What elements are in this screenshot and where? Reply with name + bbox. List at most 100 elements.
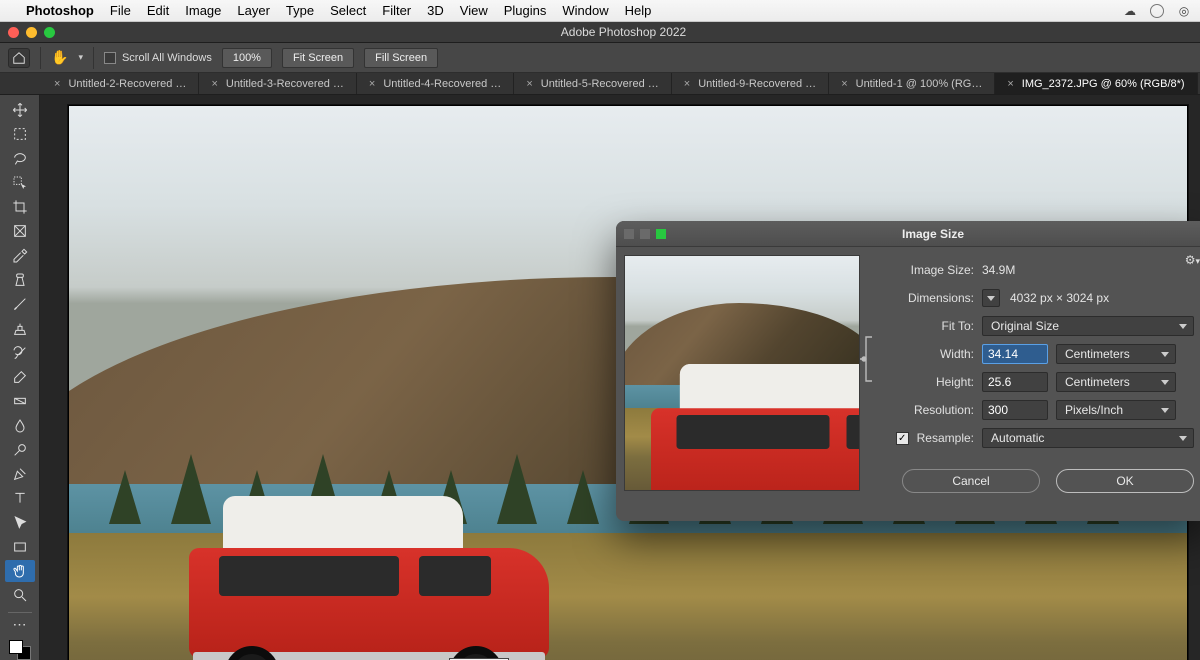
hand-tool[interactable] <box>5 560 35 582</box>
dimensions-unit-dropdown[interactable] <box>982 289 1000 307</box>
document-tab-active[interactable]: ×IMG_2372.JPG @ 60% (RGB/8*) <box>995 73 1197 94</box>
document-tabs: ×Untitled-2-Recovered … ×Untitled-3-Reco… <box>0 73 1200 95</box>
constrain-proportions-icon[interactable] <box>860 333 876 385</box>
home-button[interactable] <box>8 48 30 68</box>
marquee-tool[interactable] <box>5 123 35 145</box>
cancel-button[interactable]: Cancel <box>902 469 1040 493</box>
fg-color-swatch[interactable] <box>9 640 23 654</box>
crop-tool[interactable] <box>5 196 35 218</box>
height-label: Height: <box>874 375 982 389</box>
tab-close-icon[interactable]: × <box>1007 78 1013 90</box>
tool-preset-dropdown-icon[interactable]: ▾ <box>78 52 83 63</box>
eraser-tool[interactable] <box>5 366 35 388</box>
image-size-value: 34.9M <box>982 263 1015 277</box>
tab-close-icon[interactable]: × <box>526 78 532 90</box>
tab-close-icon[interactable]: × <box>211 78 217 90</box>
document-tab[interactable]: ×Untitled-5-Recovered … <box>514 73 671 94</box>
clone-stamp-tool[interactable] <box>5 317 35 339</box>
menu-view[interactable]: View <box>460 3 488 18</box>
height-unit-select[interactable]: Centimeters <box>1056 372 1176 392</box>
macos-status-icons: ☁︎ ◎ <box>1122 4 1192 18</box>
gear-icon[interactable]: ⚙︎▾ <box>1185 253 1200 267</box>
width-unit-select[interactable]: Centimeters <box>1056 344 1176 364</box>
photoshop-window: Adobe Photoshop 2022 ✋ ▾ Scroll All Wind… <box>0 22 1200 660</box>
hand-tool-icon[interactable]: ✋ <box>51 49 68 66</box>
resample-select[interactable]: Automatic <box>982 428 1194 448</box>
document-tab[interactable]: ×Untitled-3-Recovered … <box>199 73 356 94</box>
width-input[interactable] <box>982 344 1048 364</box>
zoom-level-button[interactable]: 100% <box>222 48 272 68</box>
document-tab[interactable]: ×Untitled-9-Recovered … <box>672 73 829 94</box>
pen-tool[interactable] <box>5 463 35 485</box>
resample-checkbox[interactable]: ✓ <box>896 432 909 445</box>
frame-tool[interactable] <box>5 220 35 242</box>
tab-close-icon[interactable]: × <box>54 78 60 90</box>
height-input[interactable] <box>982 372 1048 392</box>
resolution-unit-select[interactable]: Pixels/Inch <box>1056 400 1176 420</box>
object-select-tool[interactable] <box>5 172 35 194</box>
dialog-preview[interactable] <box>616 247 868 521</box>
menu-plugins[interactable]: Plugins <box>504 3 547 18</box>
menu-image[interactable]: Image <box>185 3 221 18</box>
fit-to-select[interactable]: Original Size <box>982 316 1194 336</box>
type-tool[interactable] <box>5 487 35 509</box>
eyedropper-tool[interactable] <box>5 245 35 267</box>
app-menu[interactable]: Photoshop <box>26 3 94 18</box>
edit-toolbar-icon[interactable]: ⋯ <box>5 618 35 632</box>
canvas-area[interactable]: RC7746 Image Size <box>40 95 1200 660</box>
document-tab[interactable]: ×Untitled-4-Recovered … <box>357 73 514 94</box>
scroll-all-windows-checkbox[interactable]: Scroll All Windows <box>104 52 212 64</box>
path-select-tool[interactable] <box>5 512 35 534</box>
dialog-titlebar[interactable]: Image Size <box>616 221 1200 247</box>
tab-close-icon[interactable]: × <box>841 78 847 90</box>
fill-screen-button[interactable]: Fill Screen <box>364 48 438 68</box>
resample-value: Automatic <box>991 431 1044 445</box>
toolbar-separator <box>8 612 32 613</box>
zoom-tool[interactable] <box>5 584 35 606</box>
cloud-icon[interactable]: ☁︎ <box>1122 4 1138 18</box>
fit-to-label: Fit To: <box>874 319 982 333</box>
menu-type[interactable]: Type <box>286 3 314 18</box>
history-brush-tool[interactable] <box>5 342 35 364</box>
window-zoom-icon[interactable] <box>44 27 55 38</box>
tab-close-icon[interactable]: × <box>684 78 690 90</box>
resolution-input[interactable] <box>982 400 1048 420</box>
menu-3d[interactable]: 3D <box>427 3 444 18</box>
tab-label: Untitled-1 @ 100% (RG… <box>856 78 983 90</box>
brush-tool[interactable] <box>5 293 35 315</box>
menu-layer[interactable]: Layer <box>237 3 270 18</box>
resolution-unit-value: Pixels/Inch <box>1065 403 1123 417</box>
menu-edit[interactable]: Edit <box>147 3 169 18</box>
menu-window[interactable]: Window <box>562 3 608 18</box>
dialog-minimize-icon <box>640 229 650 239</box>
window-close-icon[interactable] <box>8 27 19 38</box>
lasso-tool[interactable] <box>5 148 35 170</box>
menu-help[interactable]: Help <box>625 3 652 18</box>
cc-icon[interactable]: ◎ <box>1176 4 1192 18</box>
move-tool[interactable] <box>5 99 35 121</box>
rectangle-tool[interactable] <box>5 536 35 558</box>
search-icon[interactable] <box>1150 4 1164 18</box>
menu-select[interactable]: Select <box>330 3 366 18</box>
dialog-zoom-icon[interactable] <box>656 229 666 239</box>
blur-tool[interactable] <box>5 414 35 436</box>
menu-filter[interactable]: Filter <box>382 3 411 18</box>
window-traffic-lights[interactable] <box>8 27 55 38</box>
menu-file[interactable]: File <box>110 3 131 18</box>
resample-label: Resample: <box>917 431 974 445</box>
fit-screen-button[interactable]: Fit Screen <box>282 48 354 68</box>
fit-to-value: Original Size <box>991 319 1059 333</box>
ok-button[interactable]: OK <box>1056 469 1194 493</box>
options-bar: ✋ ▾ Scroll All Windows 100% Fit Screen F… <box>0 43 1200 73</box>
resolution-label: Resolution: <box>874 403 982 417</box>
document-tab[interactable]: ×Untitled-2-Recovered … <box>42 73 199 94</box>
home-icon <box>12 51 26 65</box>
dodge-tool[interactable] <box>5 439 35 461</box>
document-tab[interactable]: × Untitled-1 @ 100% (RG… <box>829 73 995 94</box>
healing-brush-tool[interactable] <box>5 269 35 291</box>
foreground-background-swatch[interactable] <box>9 640 31 660</box>
window-minimize-icon[interactable] <box>26 27 37 38</box>
tab-close-icon[interactable]: × <box>369 78 375 90</box>
dialog-close-icon[interactable] <box>624 229 634 239</box>
gradient-tool[interactable] <box>5 390 35 412</box>
